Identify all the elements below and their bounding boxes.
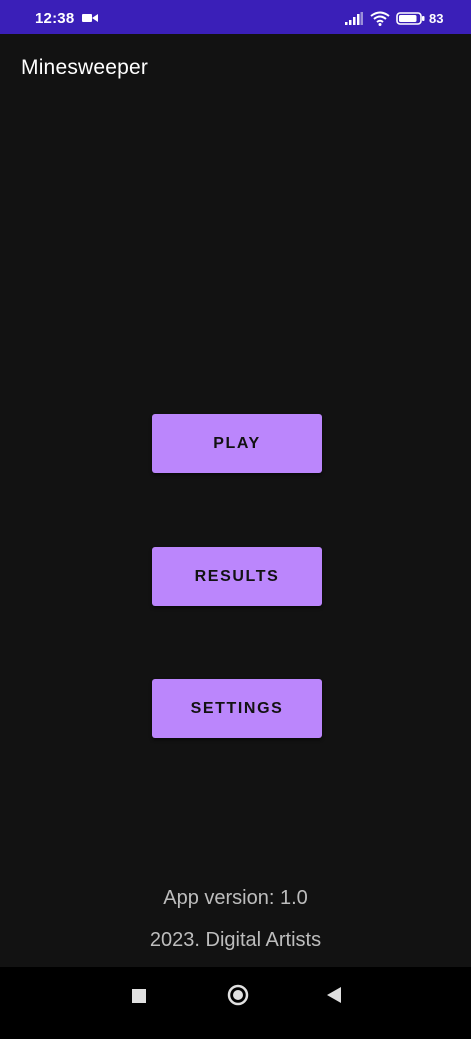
main-screen: 12:38 83 Minesweeper PLAY RESULTS SETTIN…: [0, 0, 471, 1039]
copyright-text: 2023. Digital Artists: [149, 929, 322, 951]
status-bar: 12:38 83: [0, 0, 471, 34]
battery-level: 83: [429, 11, 444, 26]
results-button[interactable]: RESULTS: [152, 547, 322, 606]
battery-icon: [396, 12, 425, 25]
recents-icon[interactable]: [132, 989, 146, 1003]
status-time: 12:38: [35, 10, 75, 27]
signal-icon: [345, 12, 363, 25]
settings-button[interactable]: SETTINGS: [152, 679, 322, 738]
play-button[interactable]: PLAY: [152, 414, 322, 473]
home-icon[interactable]: [227, 984, 249, 1006]
app-version: App version: 1.0: [163, 887, 308, 909]
navigation-bar: [0, 967, 471, 1039]
video-camera-icon: [82, 14, 98, 22]
wifi-icon: [370, 11, 390, 26]
back-icon[interactable]: [326, 986, 342, 1004]
app-title: Minesweeper: [21, 56, 149, 79]
